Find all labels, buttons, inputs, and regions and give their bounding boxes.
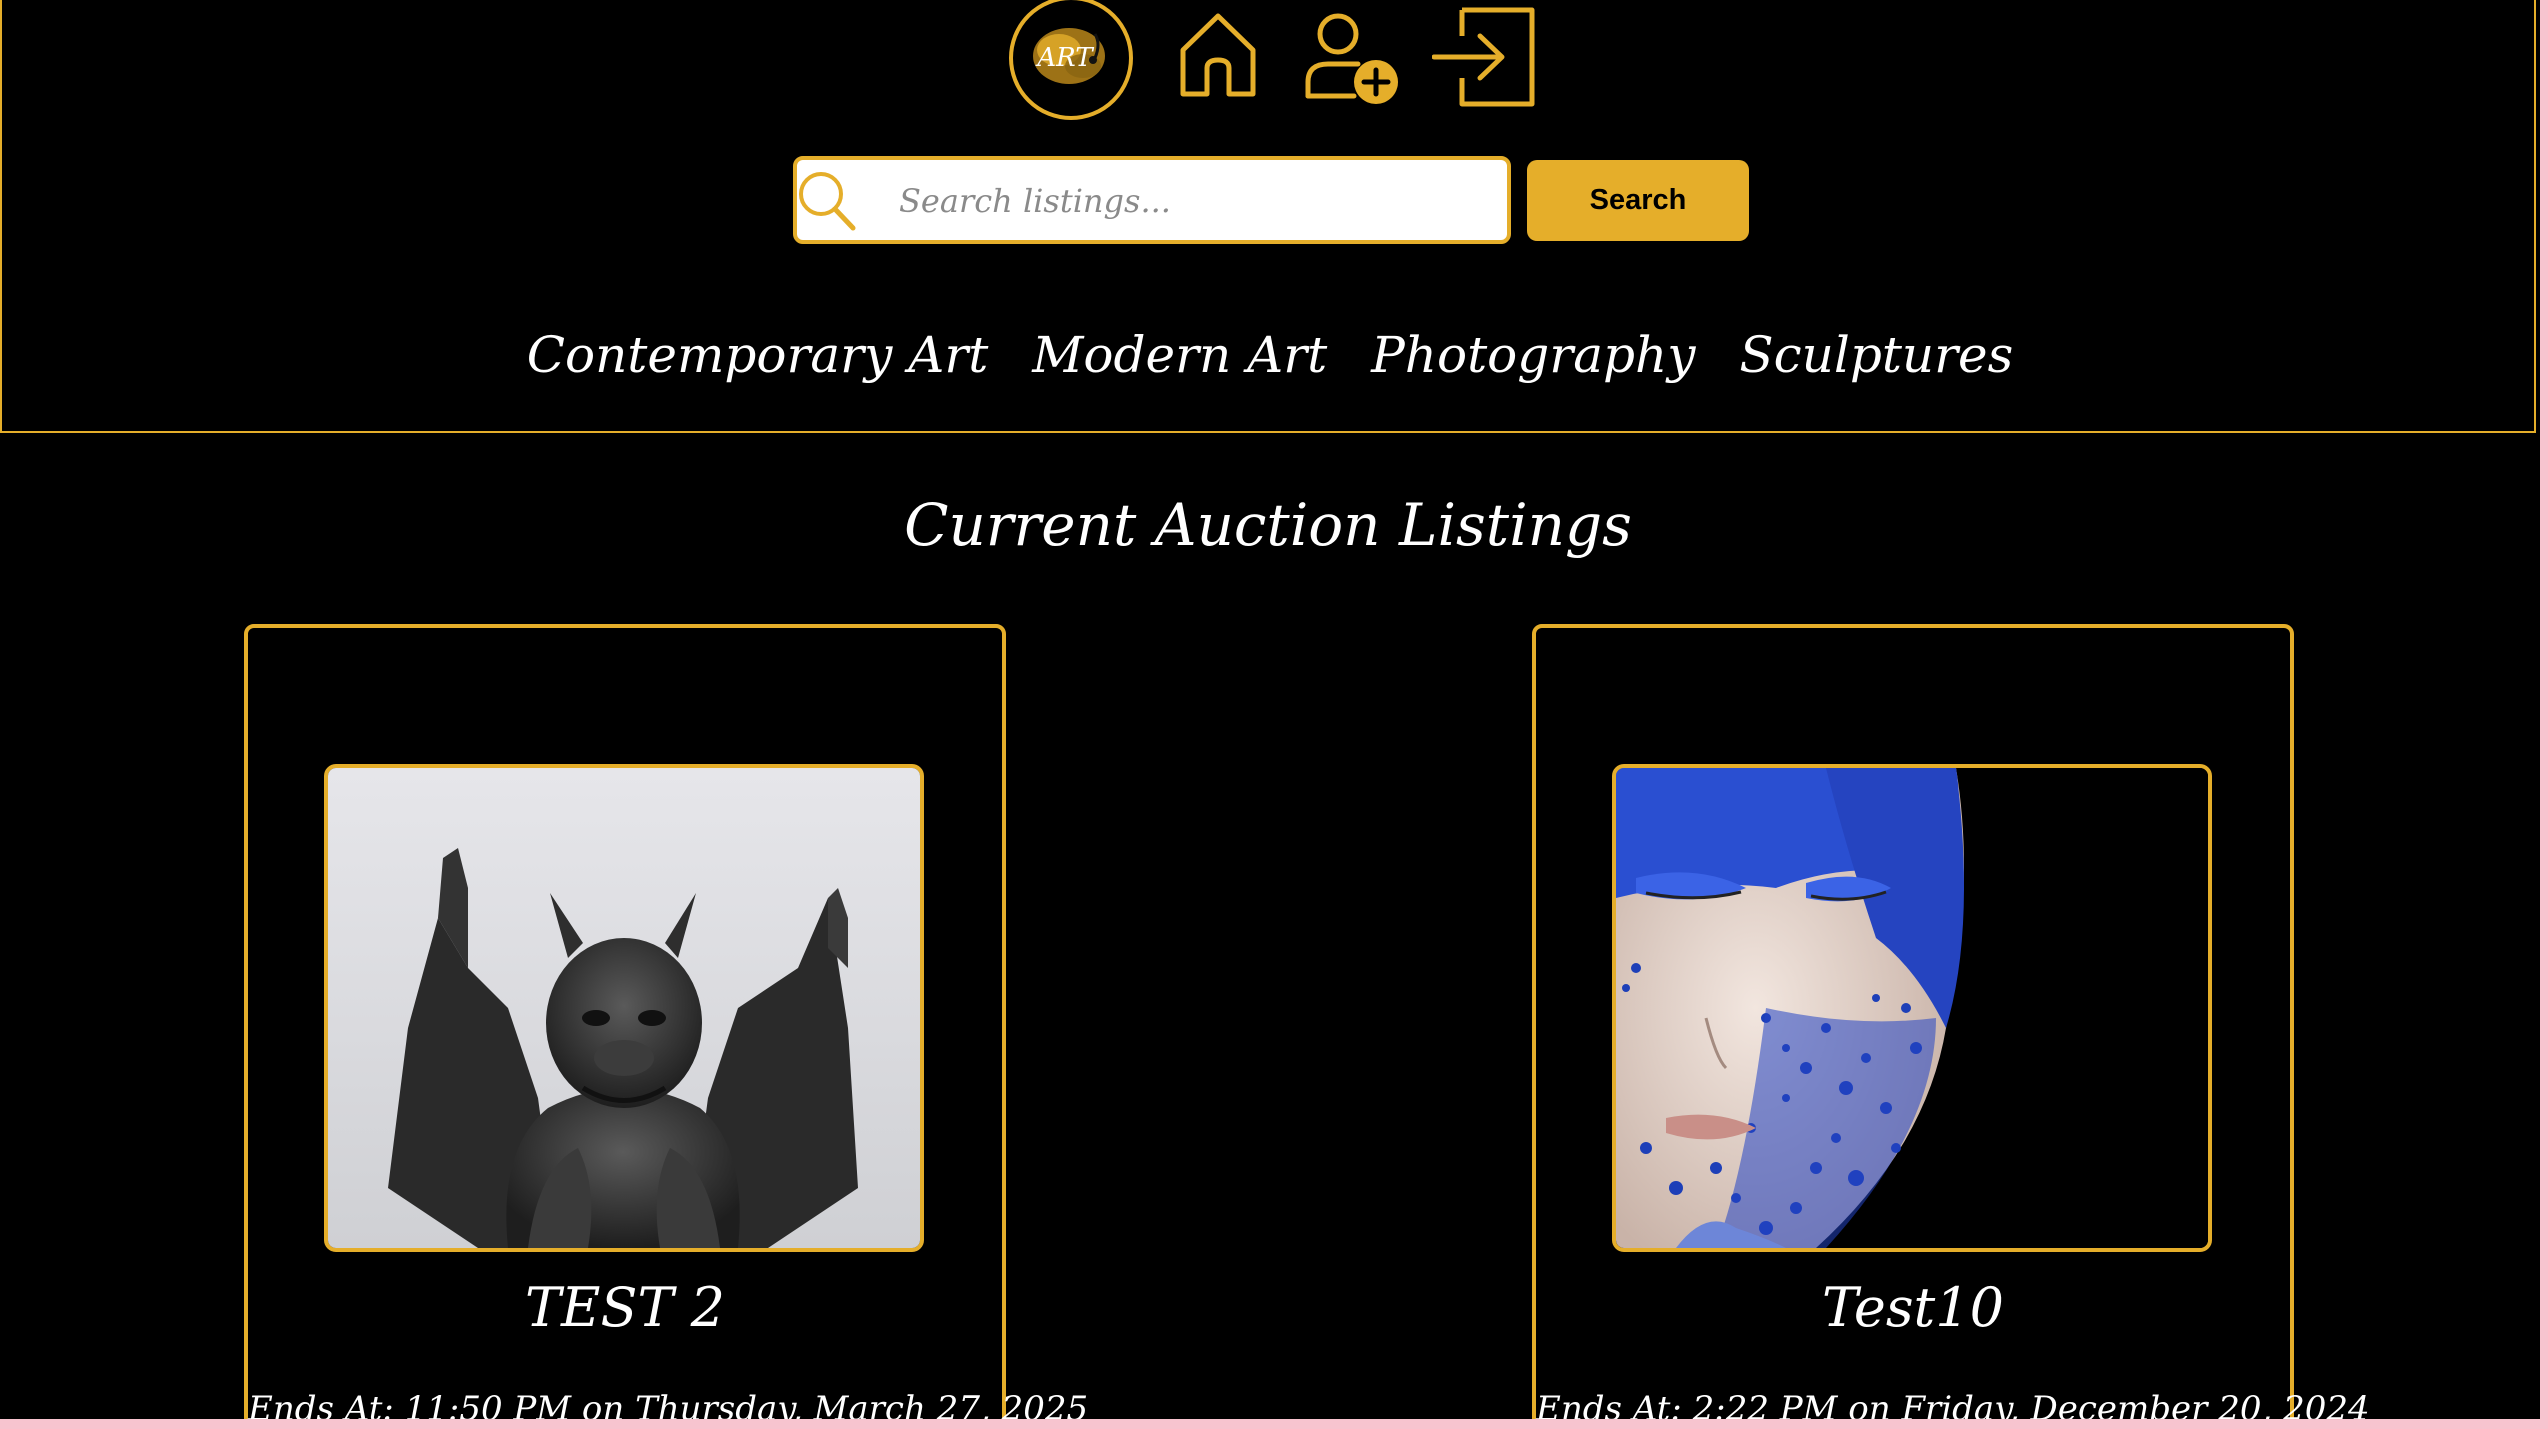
category-nav: Contemporary Art Modern Art Photography … [2, 320, 2538, 390]
add-user-icon [1305, 13, 1398, 104]
home-button[interactable] [1175, 10, 1261, 100]
search-bar [793, 156, 1511, 244]
page-title: Current Auction Listings [904, 491, 1632, 559]
listing-end-time: Ends At: 11:50 PM on Thursday, March 27,… [248, 1389, 1089, 1419]
login-button[interactable] [1431, 6, 1540, 108]
login-icon [1431, 7, 1535, 107]
listing-end-time: Ends At: 2:22 PM on Friday, December 20,… [1536, 1389, 2370, 1419]
category-link-photography[interactable]: Photography [1371, 326, 1695, 384]
listing-card[interactable]: TEST 2 Ends At: 11:50 PM on Thursday, Ma… [244, 624, 1089, 1419]
listing-image[interactable] [1612, 764, 2212, 1252]
site-header: ART Search listings... Search Contempora… [0, 0, 2536, 433]
art-logo-icon: ART [1009, 0, 1133, 120]
search-input[interactable] [897, 168, 1491, 234]
site-logo[interactable]: ART [1007, 0, 1135, 122]
search-button[interactable]: Search [1527, 160, 1749, 241]
listing-title[interactable]: Test10 [1536, 1268, 2290, 1348]
listing-image[interactable] [324, 764, 924, 1252]
category-link-sculptures[interactable]: Sculptures [1739, 326, 2013, 384]
category-link-contemporary-art[interactable]: Contemporary Art [527, 326, 989, 384]
blue-glitter-face-image [1616, 768, 2208, 1248]
listing-card[interactable]: Test10 Ends At: 2:22 PM on Friday, Decem… [1532, 624, 2370, 1419]
home-icon [1180, 13, 1256, 97]
category-link-modern-art[interactable]: Modern Art [1032, 326, 1327, 384]
listing-title[interactable]: TEST 2 [248, 1268, 1002, 1348]
register-button[interactable] [1302, 8, 1402, 106]
search-icon [797, 170, 857, 232]
logo-text: ART [1035, 43, 1094, 73]
gargoyle-sculpture-image [328, 768, 920, 1248]
app-root: ART Search listings... Search Contempora… [0, 0, 2540, 1419]
